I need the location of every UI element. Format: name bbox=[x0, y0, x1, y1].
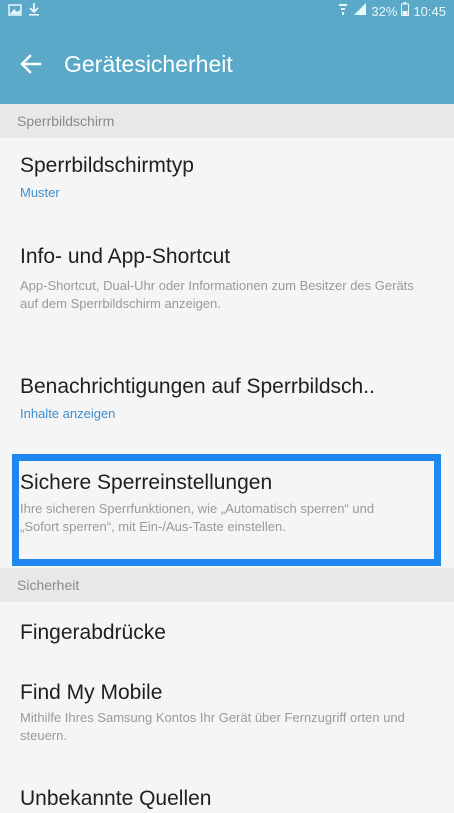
clock: 10:45 bbox=[413, 4, 446, 19]
settings-item-find-my-mobile[interactable]: Find My Mobile Mithilfe Ihres Samsung Ko… bbox=[0, 679, 454, 745]
item-title: Sperrbildschirmtyp bbox=[20, 154, 194, 177]
item-title: Find My Mobile bbox=[20, 681, 163, 704]
item-subtitle: Inhalte anzeigen bbox=[20, 406, 116, 421]
battery-icon bbox=[401, 0, 410, 24]
section-header-sperrbildschirm: Sperrbildschirm bbox=[0, 104, 454, 138]
item-title: Benachrichtigungen auf Sperrbildsch.. bbox=[20, 375, 375, 398]
item-subtitle: Mithilfe Ihres Samsung Kontos Ihr Gerät … bbox=[20, 710, 405, 743]
status-bar: 32% 10:45 bbox=[0, 0, 454, 24]
item-title: Fingerabdrücke bbox=[20, 621, 166, 644]
image-icon bbox=[8, 0, 22, 24]
signal-icon bbox=[353, 0, 367, 24]
item-subtitle: Muster bbox=[20, 185, 60, 200]
status-left-icons bbox=[8, 0, 40, 24]
wifi-icon bbox=[337, 0, 349, 24]
download-icon bbox=[28, 0, 40, 24]
page-title: Gerätesicherheit bbox=[64, 51, 233, 77]
section-header-sicherheit: Sicherheit bbox=[0, 568, 454, 602]
item-subtitle: App-Shortcut, Dual-Uhr oder Informatione… bbox=[20, 278, 414, 311]
settings-item-sperrbildschirmtyp[interactable]: Sperrbildschirmtyp Muster bbox=[0, 152, 454, 202]
highlight-frame bbox=[12, 454, 441, 566]
settings-item-fingerabdruecke[interactable]: Fingerabdrücke bbox=[0, 619, 454, 647]
item-title: Info- und App-Shortcut bbox=[20, 245, 231, 268]
settings-item-info-app-shortcut[interactable]: Info- und App-Shortcut App-Shortcut, Dua… bbox=[0, 243, 454, 313]
battery-percent: 32% bbox=[371, 4, 398, 19]
settings-item-benachrichtigungen[interactable]: Benachrichtigungen auf Sperrbildsch.. In… bbox=[0, 373, 454, 423]
app-bar: Gerätesicherheit bbox=[0, 24, 454, 104]
arrow-left-icon[interactable] bbox=[16, 49, 46, 79]
status-right: 32% 10:45 bbox=[337, 0, 446, 24]
